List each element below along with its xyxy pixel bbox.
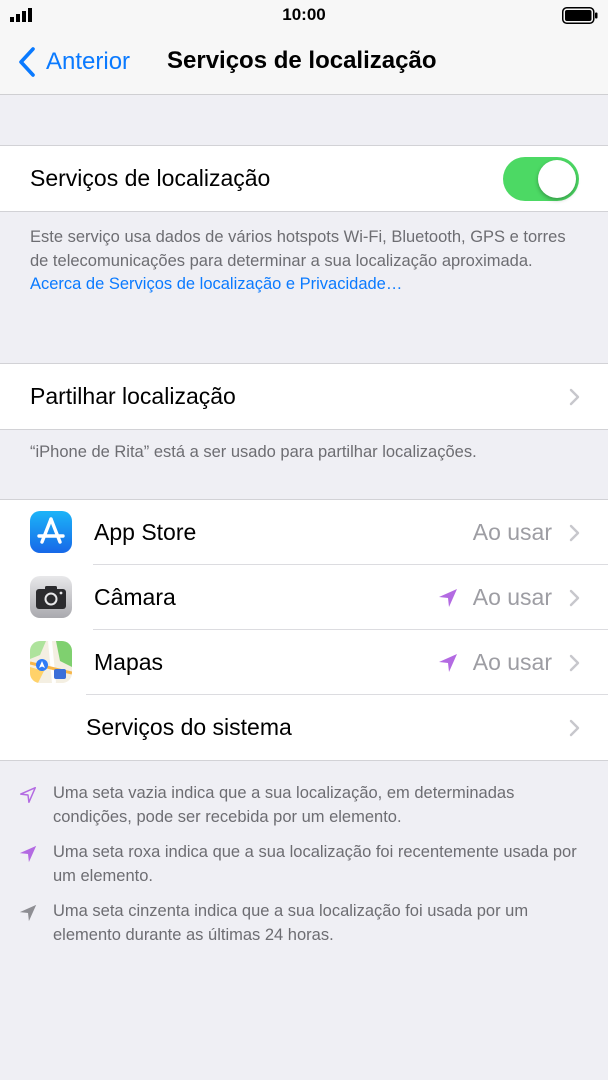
location-services-toggle[interactable]	[503, 157, 579, 201]
purple-arrow-icon	[19, 845, 37, 863]
description-text: Este serviço usa dados de vários hotspot…	[30, 228, 566, 270]
chevron-right-icon	[569, 719, 580, 737]
toggle-knob	[538, 160, 576, 198]
location-arrow-legend: Uma seta vazia indica que a sua localiza…	[18, 782, 590, 959]
gray-arrow-icon	[19, 904, 37, 922]
status-time: 10:00	[282, 5, 326, 24]
location-services-row: Serviços de localização	[0, 146, 608, 211]
app-permission: Ao usar	[472, 649, 552, 675]
system-services-label: Serviços do sistema	[86, 714, 292, 740]
legend-text: Uma seta cinzenta indica que a sua local…	[53, 902, 529, 944]
privacy-link[interactable]: Acerca de Serviços de localização e Priv…	[30, 275, 402, 293]
share-location-group: Partilhar localização	[0, 363, 608, 430]
back-button[interactable]: Anterior	[16, 44, 130, 80]
app-name: Câmara	[94, 584, 176, 610]
share-location-row[interactable]: Partilhar localização	[0, 364, 608, 429]
location-services-description: Este serviço usa dados de vários hotspot…	[30, 226, 580, 297]
app-row-maps[interactable]: Mapas Ao usar	[0, 630, 608, 695]
chevron-right-icon	[569, 654, 580, 672]
back-label: Anterior	[46, 48, 131, 75]
legend-item-purple: Uma seta roxa indica que a sua localizaç…	[18, 841, 590, 888]
share-location-footnote: “iPhone de Rita” está a ser usado para p…	[30, 443, 477, 461]
app-permission: Ao usar	[472, 519, 552, 545]
status-bar: 10:00	[0, 0, 608, 32]
battery-icon	[562, 7, 598, 24]
chevron-right-icon	[569, 388, 580, 406]
app-name: App Store	[94, 519, 197, 545]
app-store-icon	[30, 511, 72, 553]
apps-group: App Store Ao usar Câmara Ao usar Mapas A…	[0, 499, 608, 761]
location-services-label: Serviços de localização	[30, 165, 271, 191]
app-row-camera[interactable]: Câmara Ao usar	[0, 565, 608, 630]
app-row-app-store[interactable]: App Store Ao usar	[0, 500, 608, 565]
page-title: Serviços de localização	[167, 47, 437, 74]
app-permission: Ao usar	[472, 584, 552, 610]
legend-text: Uma seta vazia indica que a sua localiza…	[53, 784, 515, 826]
maps-icon	[30, 641, 72, 683]
share-location-label: Partilhar localização	[30, 383, 236, 409]
purple-location-arrow-icon	[439, 654, 457, 672]
legend-item-hollow: Uma seta vazia indica que a sua localiza…	[18, 782, 590, 829]
camera-icon	[30, 576, 72, 618]
system-services-row[interactable]: Serviços do sistema	[0, 695, 608, 760]
chevron-left-icon	[19, 47, 35, 77]
hollow-arrow-icon	[20, 787, 36, 803]
purple-location-arrow-icon	[439, 589, 457, 607]
location-services-group: Serviços de localização	[0, 145, 608, 212]
legend-text: Uma seta roxa indica que a sua localizaç…	[53, 843, 577, 885]
chevron-right-icon	[569, 589, 580, 607]
chevron-right-icon	[569, 524, 580, 542]
app-name: Mapas	[94, 649, 164, 675]
legend-item-gray: Uma seta cinzenta indica que a sua local…	[18, 900, 590, 947]
navigation-bar: Anterior Serviços de localização	[0, 32, 608, 95]
